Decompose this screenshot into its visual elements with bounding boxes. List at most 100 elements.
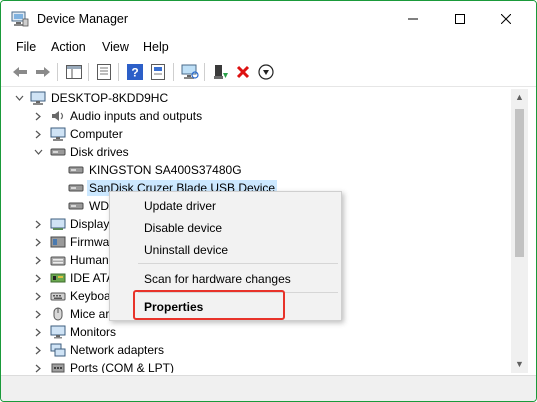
chevron-right-icon[interactable] bbox=[33, 359, 43, 373]
tree-item-label: WD bbox=[89, 199, 109, 213]
disable-device-icon bbox=[258, 64, 274, 80]
uninstall-device-icon bbox=[236, 65, 250, 79]
tree-item-monitors[interactable]: Monitors bbox=[6, 323, 306, 341]
toolbar-separator bbox=[57, 63, 58, 81]
tree-root[interactable]: DESKTOP-8KDD9HC bbox=[6, 89, 306, 107]
maximize-button[interactable] bbox=[437, 1, 483, 37]
disable-device-button[interactable] bbox=[257, 63, 275, 81]
tree-item-label: KINGSTON SA400S37480G bbox=[89, 163, 242, 177]
tree-item-network-adapters[interactable]: Network adapters bbox=[6, 341, 306, 359]
tree-item-label: Audio inputs and outputs bbox=[70, 109, 203, 123]
tree-item-kingston[interactable]: KINGSTON SA400S37480G bbox=[6, 161, 306, 179]
vertical-scrollbar[interactable]: ▲ ▼ bbox=[511, 89, 528, 373]
menu-action[interactable]: Action bbox=[51, 40, 86, 54]
menu-file[interactable]: File bbox=[16, 40, 36, 54]
toolbar-separator bbox=[88, 63, 89, 81]
scrollbar-thumb[interactable] bbox=[515, 109, 524, 257]
chevron-right-icon[interactable] bbox=[33, 215, 43, 233]
update-driver-icon bbox=[151, 64, 165, 80]
toolbar-separator bbox=[118, 63, 119, 81]
tree-item-label: Keyboa bbox=[70, 289, 111, 303]
disk-drive-icon bbox=[68, 166, 84, 174]
close-icon bbox=[501, 14, 511, 24]
keyboard-icon bbox=[50, 292, 66, 301]
forward-arrow-icon bbox=[36, 67, 50, 77]
chevron-right-icon[interactable] bbox=[33, 341, 43, 359]
tree-item-ports[interactable]: Ports (COM & LPT) bbox=[6, 359, 306, 373]
tree-item-label: Network adapters bbox=[70, 343, 165, 357]
title-bar: Device Manager bbox=[1, 1, 536, 37]
window-title: Device Manager bbox=[37, 12, 129, 26]
disk-drive-icon bbox=[50, 148, 66, 156]
scan-hardware-icon bbox=[181, 64, 199, 79]
chevron-right-icon[interactable] bbox=[33, 251, 43, 269]
menu-bar: File Action View Help bbox=[1, 37, 536, 57]
tree-item-label: Firmwa bbox=[70, 235, 110, 249]
tree-item-label: Display bbox=[70, 217, 110, 231]
tree-item-label: Computer bbox=[70, 127, 123, 141]
toolbar: ? bbox=[1, 57, 536, 87]
chevron-right-icon[interactable] bbox=[33, 233, 43, 251]
back-button[interactable] bbox=[11, 63, 29, 81]
forward-button[interactable] bbox=[34, 63, 52, 81]
network-adapter-icon bbox=[50, 343, 66, 357]
uninstall-device-button[interactable] bbox=[234, 63, 252, 81]
chevron-right-icon[interactable] bbox=[33, 287, 43, 305]
computer-icon bbox=[30, 91, 46, 105]
chevron-right-icon[interactable] bbox=[33, 305, 43, 323]
update-driver-button[interactable] bbox=[150, 63, 168, 81]
close-button[interactable] bbox=[483, 1, 529, 37]
context-menu-uninstall-device[interactable]: Uninstall device bbox=[144, 243, 228, 257]
port-icon bbox=[51, 363, 65, 373]
help-button[interactable]: ? bbox=[126, 63, 144, 81]
tree-item-computer[interactable]: Computer bbox=[6, 125, 306, 143]
display-adapter-icon bbox=[50, 218, 66, 230]
maximize-icon bbox=[455, 14, 465, 24]
toolbar-separator bbox=[173, 63, 174, 81]
chevron-down-icon[interactable] bbox=[33, 143, 43, 161]
properties-button[interactable] bbox=[95, 63, 113, 81]
enable-device-icon bbox=[214, 65, 228, 79]
firmware-icon bbox=[50, 236, 66, 248]
properties-highlight-box bbox=[133, 290, 285, 320]
monitor-icon bbox=[50, 325, 66, 339]
speaker-icon bbox=[52, 111, 64, 121]
device-manager-app-icon bbox=[11, 11, 29, 27]
tree-item-label: Ports (COM & LPT) bbox=[70, 361, 175, 373]
chevron-down-icon[interactable] bbox=[14, 89, 24, 107]
toolbar-separator bbox=[204, 63, 205, 81]
mouse-icon bbox=[53, 307, 63, 321]
tree-item-audio[interactable]: Audio inputs and outputs bbox=[6, 107, 306, 125]
context-menu-separator bbox=[138, 263, 338, 264]
chevron-right-icon[interactable] bbox=[33, 269, 43, 287]
chevron-right-icon[interactable] bbox=[33, 323, 43, 341]
ide-controller-icon bbox=[50, 273, 66, 283]
context-menu-update-driver[interactable]: Update driver bbox=[144, 199, 216, 213]
tree-item-label: Monitors bbox=[70, 325, 117, 339]
computer-icon bbox=[50, 127, 66, 141]
tree-item-label: Mice ar bbox=[70, 307, 110, 321]
tree-root-label: DESKTOP-8KDD9HC bbox=[51, 91, 169, 105]
minimize-button[interactable] bbox=[390, 1, 436, 37]
human-interface-icon bbox=[50, 256, 66, 266]
minimize-icon bbox=[408, 18, 418, 20]
show-hide-console-tree-button[interactable] bbox=[65, 63, 83, 81]
menu-view[interactable]: View bbox=[102, 40, 129, 54]
context-menu-disable-device[interactable]: Disable device bbox=[144, 221, 222, 235]
scroll-down-icon[interactable]: ▼ bbox=[514, 359, 525, 370]
chevron-right-icon[interactable] bbox=[33, 107, 43, 125]
show-hide-console-tree-icon bbox=[66, 65, 82, 79]
enable-device-button[interactable] bbox=[212, 63, 230, 81]
tree-item-disk-drives[interactable]: Disk drives bbox=[6, 143, 306, 161]
svg-text:?: ? bbox=[131, 66, 138, 80]
disk-drive-icon bbox=[68, 184, 84, 192]
tree-item-label: Disk drives bbox=[70, 145, 129, 159]
menu-help[interactable]: Help bbox=[143, 40, 169, 54]
tree-item-label: IDE ATA bbox=[70, 271, 115, 285]
back-arrow-icon bbox=[13, 67, 27, 77]
scroll-up-icon[interactable]: ▲ bbox=[514, 92, 525, 103]
status-bar bbox=[1, 375, 536, 401]
context-menu-scan-hardware[interactable]: Scan for hardware changes bbox=[144, 272, 291, 286]
chevron-right-icon[interactable] bbox=[33, 125, 43, 143]
scan-hardware-button[interactable] bbox=[181, 63, 199, 81]
